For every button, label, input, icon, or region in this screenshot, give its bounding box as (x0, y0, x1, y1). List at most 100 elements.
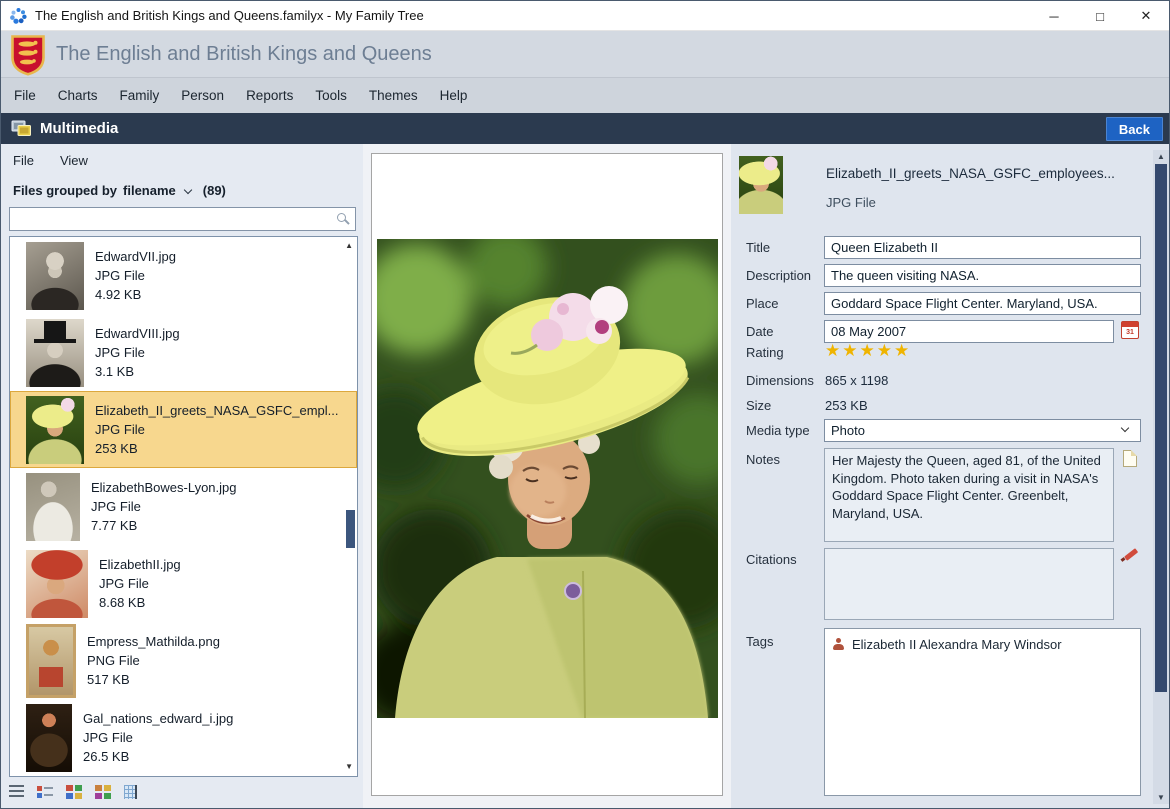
file-type: JPG File (91, 497, 237, 516)
file-thumbnail (26, 473, 80, 541)
scroll-down-icon[interactable]: ▼ (345, 763, 353, 771)
title-input[interactable] (824, 236, 1141, 259)
file-item[interactable]: ElizabethII.jpg JPG File 8.68 KB (10, 545, 357, 622)
file-list: EdwardVII.jpg JPG File 4.92 KB EdwardVII… (9, 236, 358, 777)
file-item[interactable]: Empress_Mathilda.png PNG File 517 KB (10, 622, 357, 699)
edit-citation-icon[interactable] (1121, 546, 1139, 564)
selected-file-thumbnail (739, 156, 783, 214)
menu-charts[interactable]: Charts (47, 78, 109, 114)
minimize-button[interactable]: ─ (1031, 1, 1077, 31)
calendar-icon[interactable]: 31 (1121, 321, 1139, 339)
preview-panel (371, 153, 723, 796)
grouping-value[interactable]: filename (123, 183, 176, 198)
edit-note-icon[interactable] (1123, 450, 1137, 467)
close-button[interactable]: ✕ (1123, 1, 1169, 31)
title-bar: The English and British Kings and Queens… (1, 1, 1169, 31)
media-type-select[interactable]: Photo (824, 419, 1141, 442)
file-name: ElizabethBowes-Lyon.jpg (91, 478, 237, 497)
file-size: 4.92 KB (95, 285, 176, 304)
list-scrollbar-thumb[interactable] (346, 510, 355, 548)
tag-item[interactable]: Elizabeth II Alexandra Mary Windsor (833, 637, 1132, 652)
person-icon (833, 638, 844, 651)
view-tiles-medium-icon[interactable] (66, 785, 82, 799)
file-thumbnail (26, 319, 84, 387)
description-input[interactable] (824, 264, 1141, 287)
tags-label: Tags (746, 634, 773, 649)
citations-label: Citations (746, 552, 797, 567)
grouping-label: Files grouped by (13, 183, 117, 198)
file-type: PNG File (87, 651, 220, 670)
app-logo-icon (10, 7, 27, 24)
grouping-row: Files grouped by filename (89) (13, 183, 226, 198)
date-input[interactable] (824, 320, 1114, 343)
scroll-up-icon[interactable]: ▲ (345, 242, 353, 250)
tree-title: The English and British Kings and Queens (56, 43, 432, 66)
search-box (9, 207, 356, 231)
file-size: 7.77 KB (91, 516, 237, 535)
view-grid-icon[interactable] (124, 785, 137, 799)
multimedia-bar: Multimedia Back (1, 113, 1169, 144)
menu-themes[interactable]: Themes (358, 78, 429, 114)
media-type-value: Photo (831, 423, 865, 438)
rating-stars[interactable]: ★★★★★ (825, 341, 911, 361)
details-scrollbar-thumb[interactable] (1155, 164, 1167, 692)
place-input[interactable] (824, 292, 1141, 315)
header-band: The English and British Kings and Queens (1, 31, 1169, 77)
app-window: The English and British Kings and Queens… (0, 0, 1170, 809)
file-type: JPG File (99, 574, 181, 593)
view-details-icon[interactable] (9, 785, 24, 799)
menu-file[interactable]: File (3, 78, 47, 114)
file-name: Elizabeth_II_greets_NASA_GSFC_empl... (95, 401, 339, 420)
scroll-down-icon[interactable]: ▼ (1153, 793, 1169, 802)
file-size: 8.68 KB (99, 593, 181, 612)
scroll-up-icon[interactable]: ▲ (1153, 152, 1169, 161)
menu-family[interactable]: Family (109, 78, 171, 114)
file-type: JPG File (95, 420, 339, 439)
menu-help[interactable]: Help (429, 78, 479, 114)
menu-reports[interactable]: Reports (235, 78, 304, 114)
file-thumbnail (26, 242, 84, 310)
menu-tools[interactable]: Tools (304, 78, 358, 114)
view-tiles-large-icon[interactable] (95, 785, 111, 799)
file-thumbnail (26, 396, 84, 464)
browser-menu-file[interactable]: File (13, 153, 34, 168)
file-thumbnail (26, 704, 72, 772)
file-name: ElizabethII.jpg (99, 555, 181, 574)
file-count: (89) (203, 183, 226, 198)
chevron-down-icon[interactable] (184, 185, 192, 193)
rating-label: Rating (746, 345, 784, 360)
search-input[interactable] (10, 208, 355, 230)
file-type: JPG File (95, 266, 176, 285)
citations-box[interactable] (824, 548, 1114, 620)
file-item[interactable]: EdwardVIII.jpg JPG File 3.1 KB (10, 314, 357, 391)
main-menu-bar: File Charts Family Person Reports Tools … (1, 77, 1169, 113)
details-scrollbar[interactable]: ▲ ▼ (1153, 150, 1169, 804)
page-title: Multimedia (40, 120, 118, 137)
media-browser-panel: File View Files grouped by filename (89)… (1, 144, 363, 809)
tags-box[interactable]: Elizabeth II Alexandra Mary Windsor (824, 628, 1141, 796)
menu-person[interactable]: Person (170, 78, 235, 114)
notes-textarea[interactable]: Her Majesty the Queen, aged 81, of the U… (824, 448, 1114, 542)
browser-menu-view[interactable]: View (60, 153, 88, 168)
file-name: EdwardVIII.jpg (95, 324, 180, 343)
file-thumbnail (26, 624, 76, 698)
file-item[interactable]: Gal_nations_edward_i.jpg JPG File 26.5 K… (10, 699, 357, 776)
maximize-button[interactable]: □ (1077, 1, 1123, 31)
browser-menu: File View (13, 153, 88, 168)
selected-file-name: Elizabeth_II_greets_NASA_GSFC_employees.… (826, 166, 1115, 181)
details-panel: Elizabeth_II_greets_NASA_GSFC_employees.… (731, 144, 1170, 809)
view-list-icon[interactable] (37, 785, 53, 799)
description-label: Description (746, 268, 811, 283)
calendar-icon-day: 31 (1122, 327, 1138, 338)
file-item[interactable]: EdwardVII.jpg JPG File 4.92 KB (10, 237, 357, 314)
file-item[interactable]: ElizabethBowes-Lyon.jpg JPG File 7.77 KB (10, 468, 357, 545)
file-size: 517 KB (87, 670, 220, 689)
size-value: 253 KB (825, 398, 868, 413)
search-icon[interactable] (337, 213, 346, 222)
back-button[interactable]: Back (1106, 117, 1163, 141)
file-item-selected[interactable]: Elizabeth_II_greets_NASA_GSFC_empl... JP… (10, 391, 357, 468)
tag-text: Elizabeth II Alexandra Mary Windsor (852, 637, 1062, 652)
date-label: Date (746, 324, 773, 339)
multimedia-icon (11, 120, 32, 137)
title-label: Title (746, 240, 770, 255)
